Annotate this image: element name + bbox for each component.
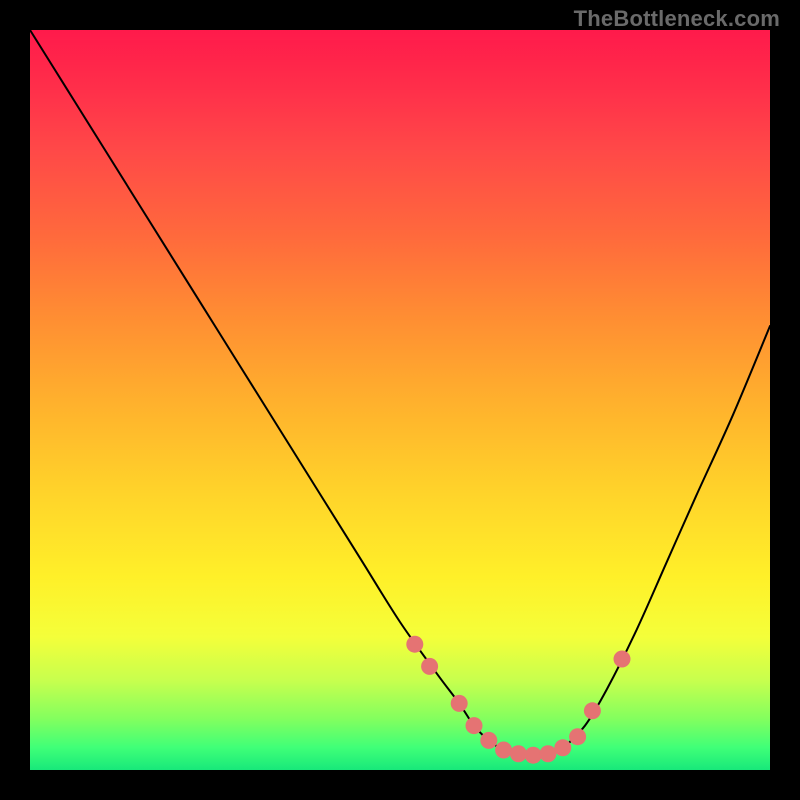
highlight-marker bbox=[406, 636, 423, 653]
highlight-marker bbox=[584, 702, 601, 719]
highlight-marker bbox=[495, 742, 512, 759]
highlight-marker bbox=[466, 717, 483, 734]
highlight-marker bbox=[451, 695, 468, 712]
chart-stage: TheBottleneck.com bbox=[0, 0, 800, 800]
highlight-marker bbox=[480, 732, 497, 749]
highlight-marker bbox=[421, 658, 438, 675]
bottleneck-curve-path bbox=[30, 30, 770, 755]
watermark-text: TheBottleneck.com bbox=[574, 6, 780, 32]
highlight-marker bbox=[554, 739, 571, 756]
plot-area bbox=[30, 30, 770, 770]
highlight-markers bbox=[406, 636, 630, 764]
highlight-marker bbox=[525, 747, 542, 764]
curve-svg bbox=[30, 30, 770, 770]
highlight-marker bbox=[510, 745, 527, 762]
highlight-marker bbox=[569, 728, 586, 745]
highlight-marker bbox=[614, 651, 631, 668]
highlight-marker bbox=[540, 745, 557, 762]
